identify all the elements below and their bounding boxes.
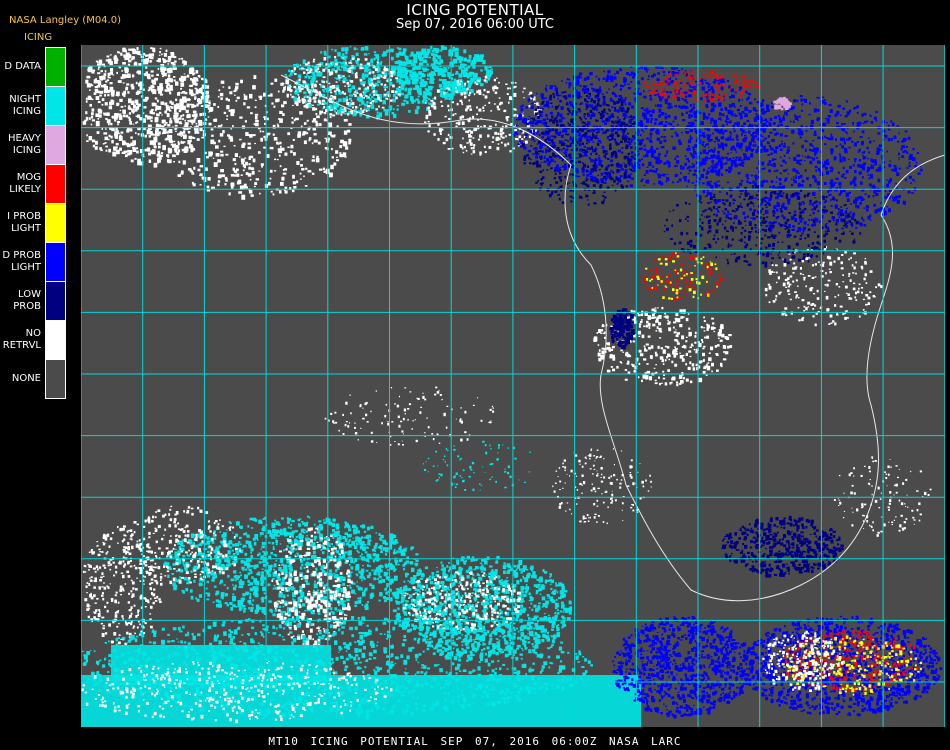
legend-swatch (45, 281, 66, 320)
legend-label: HEAVY ICING (8, 132, 41, 156)
legend-swatch (45, 242, 66, 281)
legend-label: D DATA (4, 60, 41, 72)
legend-label: I PROB LIGHT (7, 210, 41, 234)
legend-label: D PROB LIGHT (2, 249, 41, 273)
cloud-field (81, 45, 943, 727)
legend-swatch (45, 359, 66, 399)
legend-item-night-icing: NIGHT ICING (0, 86, 66, 125)
lat-lon-grid (81, 45, 945, 727)
legend-label: LOW PROB (13, 288, 41, 312)
legend-label: NIGHT ICING (9, 93, 41, 117)
legend-item-none: NONE (0, 359, 66, 399)
legend-item-mog-likely: MOG LIKELY (0, 164, 66, 203)
legend-title: ICING (24, 32, 53, 43)
legend-item-heavy-icing: HEAVY ICING (0, 125, 66, 164)
legend-item-no-data: D DATA (0, 47, 66, 86)
producer-label: NASA Langley (M04.0) (9, 15, 121, 26)
legend-swatch (45, 125, 66, 164)
legend-swatch (45, 86, 66, 125)
icing-map (81, 45, 945, 727)
icing-legend: D DATA NIGHT ICING HEAVY ICING MOG LIKEL… (0, 47, 66, 399)
legend-swatch (45, 320, 66, 359)
legend-item-low-prob: LOW PROB (0, 281, 66, 320)
legend-item-hi-prob-light: I PROB LIGHT (0, 203, 66, 242)
map-canvas (81, 45, 945, 727)
footer-caption: MT10 ICING POTENTIAL SEP 07, 2016 06:00Z… (268, 735, 682, 748)
map-timestamp: Sep 07, 2016 06:00 UTC (395, 17, 555, 32)
legend-label: MOG LIKELY (9, 171, 41, 195)
legend-swatch (45, 203, 66, 242)
legend-swatch (45, 164, 66, 203)
legend-item-lo-prob-light: D PROB LIGHT (0, 242, 66, 281)
legend-label: NO RETRVL (2, 327, 41, 351)
legend-swatch (45, 47, 66, 86)
legend-item-no-retrieval: NO RETRVL (0, 320, 66, 359)
legend-label: NONE (11, 372, 41, 384)
